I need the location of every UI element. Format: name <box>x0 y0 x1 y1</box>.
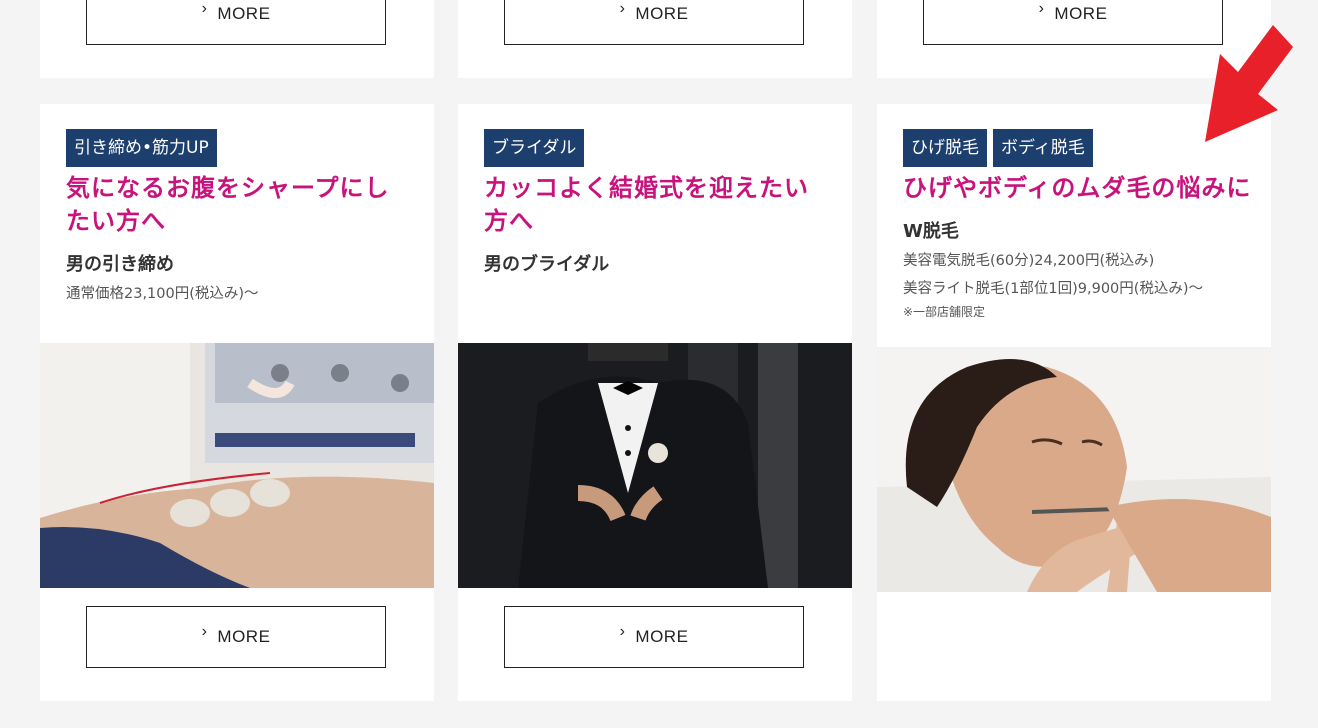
card-top-2: › MORE <box>458 0 852 78</box>
more-button[interactable]: › MORE <box>504 606 804 668</box>
menu-card-hair-removal[interactable]: ひげ脱毛 ボディ脱毛 ひげやボディのムダ毛の悩みに W脱毛 美容電気脱毛(60分… <box>877 104 1271 701</box>
card-headline[interactable]: ひげやボディのムダ毛の悩みに <box>903 172 1250 205</box>
note-text: ※一部店舗限定 <box>903 305 986 319</box>
card-headline[interactable]: 気になるお腹をシャープにしたい方へ <box>66 172 411 238</box>
ems-treatment-photo[interactable] <box>40 343 434 588</box>
price-text: 美容電気脱毛(60分)24,200円(税込み) <box>903 253 1155 269</box>
card-subtitle: 男の引き締め <box>66 254 174 275</box>
category-tag[interactable]: ひげ脱毛 <box>903 129 987 167</box>
red-arrow-icon <box>1205 25 1293 142</box>
menu-card-tightening[interactable]: 引き締め•筋力UP 気になるお腹をシャープにしたい方へ 男の引き締め 通常価格2… <box>40 104 434 701</box>
card-top-1: › MORE <box>40 0 434 78</box>
chevron-right-icon: › <box>201 0 208 17</box>
more-button[interactable]: › MORE <box>504 0 804 45</box>
price-text: 美容ライト脱毛(1部位1回)9,900円(税込み)〜 <box>903 281 1204 297</box>
card-subtitle: W脱毛 <box>903 221 959 242</box>
facial-hair-removal-photo[interactable] <box>877 347 1271 592</box>
tag-list: 引き締め•筋力UP <box>66 129 217 167</box>
tag-list: ひげ脱毛 ボディ脱毛 <box>903 129 1093 167</box>
price-text: 通常価格23,100円(税込み)〜 <box>66 286 259 302</box>
tag-list: ブライダル <box>484 129 585 167</box>
chevron-right-icon: › <box>619 623 626 640</box>
menu-card-bridal[interactable]: ブライダル カッコよく結婚式を迎えたい方へ 男のブライダル › MORE <box>458 104 852 701</box>
groom-tuxedo-photo[interactable] <box>458 343 852 588</box>
category-tag[interactable]: ボディ脱毛 <box>993 129 1093 167</box>
chevron-right-icon: › <box>619 0 626 17</box>
card-headline[interactable]: カッコよく結婚式を迎えたい方へ <box>484 172 829 238</box>
more-button[interactable]: › MORE <box>86 0 386 45</box>
chevron-right-icon: › <box>1038 0 1045 17</box>
category-tag[interactable]: ブライダル <box>484 129 585 167</box>
menu-grid: › MORE › MORE › MORE 引き締め•筋力UP 気になるお腹をシャ… <box>0 0 1318 728</box>
more-button[interactable]: › MORE <box>923 0 1223 45</box>
card-subtitle: 男のブライダル <box>484 254 610 275</box>
more-button[interactable]: › MORE <box>86 606 386 668</box>
chevron-right-icon: › <box>201 623 208 640</box>
category-tag[interactable]: 引き締め•筋力UP <box>66 129 217 167</box>
